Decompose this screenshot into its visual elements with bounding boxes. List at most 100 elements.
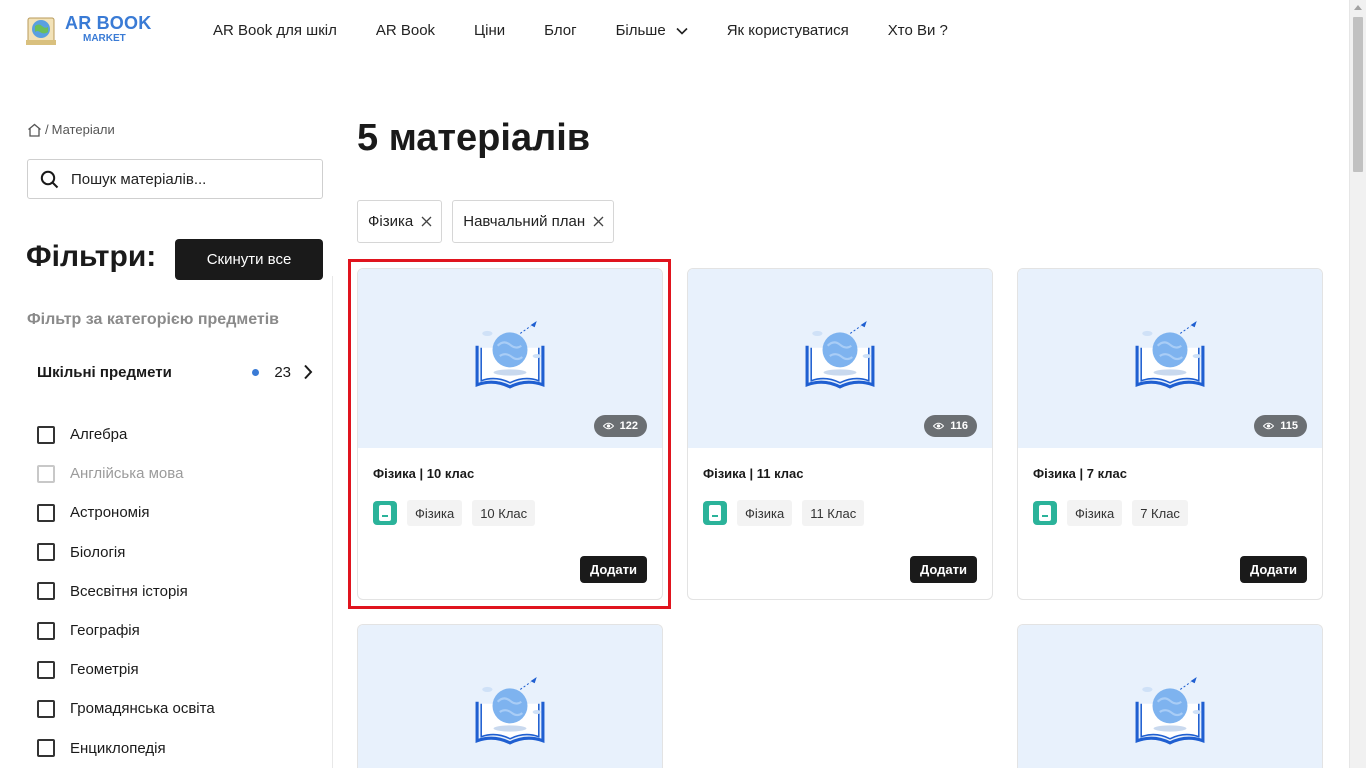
- checkbox[interactable]: [37, 660, 55, 679]
- close-icon[interactable]: [593, 216, 604, 227]
- views-count: 115: [1280, 420, 1298, 432]
- logo-text: AR BOOK MARKET: [65, 14, 151, 44]
- chevron-right-icon[interactable]: [303, 364, 313, 380]
- book-globe-illustration-icon: [805, 319, 875, 389]
- views-badge: 116: [924, 415, 977, 437]
- add-button[interactable]: Додати: [909, 556, 977, 583]
- filter-chip-curriculum[interactable]: Навчальний план: [452, 200, 615, 243]
- grade-tag: 11 Клас: [802, 500, 865, 526]
- checkbox-label: Біологія: [70, 543, 126, 561]
- checkbox[interactable]: [37, 503, 55, 522]
- category-filter-title: Фільтр за категорією предметів: [27, 311, 279, 328]
- checkbox-label: Астрономія: [70, 504, 150, 522]
- subject-checkbox-biology[interactable]: Біологія: [37, 533, 215, 572]
- subject-checkbox-civic-education[interactable]: Громадянська освіта: [37, 689, 215, 728]
- scroll-thumb[interactable]: [1353, 17, 1363, 172]
- nav-how-to-use[interactable]: Як користуватися: [727, 22, 849, 39]
- checkbox-label: Алгебра: [70, 426, 128, 444]
- nav-ar-book[interactable]: AR Book: [376, 22, 435, 39]
- breadcrumb-separator: /: [45, 122, 49, 137]
- card-tags: Фізика 7 Клас: [1033, 500, 1198, 526]
- subject-checkbox-english[interactable]: Англійська мова: [37, 454, 215, 493]
- search-icon: [40, 170, 59, 188]
- card-image[interactable]: [358, 625, 662, 768]
- logo-icon: [26, 12, 58, 46]
- book-globe-illustration-icon: [1135, 675, 1205, 745]
- chip-label: Навчальний план: [463, 213, 586, 230]
- active-filter-chips: Фізика Навчальний план: [357, 200, 624, 243]
- nav-who-are-you[interactable]: Хто Ви ?: [888, 22, 948, 39]
- views-badge: 115: [1254, 415, 1307, 437]
- scroll-up-arrow-icon[interactable]: [1354, 5, 1362, 10]
- eye-icon: [1263, 422, 1275, 430]
- nav-more-dropdown[interactable]: Більше: [616, 22, 688, 39]
- checkbox[interactable]: [37, 699, 55, 718]
- card-image[interactable]: [1018, 625, 1322, 768]
- checkbox[interactable]: [37, 621, 55, 640]
- subject-checklist: Алгебра Англійська мова Астрономія Біоло…: [37, 415, 215, 768]
- subject-tag: Фізика: [737, 500, 793, 526]
- subject-checkbox-world-history[interactable]: Всесвітня історія: [37, 572, 215, 611]
- nav-label: Більше: [615, 22, 666, 39]
- checkbox-label: Громадянська освіта: [70, 700, 215, 718]
- checkbox[interactable]: [37, 543, 55, 562]
- chevron-down-icon: [676, 27, 688, 35]
- site-header: AR BOOK MARKET AR Book для шкіл AR Book …: [0, 0, 1349, 66]
- book-globe-illustration-icon: [1135, 319, 1205, 389]
- page-title: 5 матеріалів: [357, 117, 591, 159]
- filters-title: Фільтри:: [26, 240, 157, 273]
- subject-checkbox-geometry[interactable]: Геометрія: [37, 650, 215, 689]
- nav-blog[interactable]: Блог: [544, 22, 576, 39]
- checkbox-label: Географія: [70, 622, 140, 640]
- filter-chip-physics[interactable]: Фізика: [357, 200, 443, 243]
- checkbox[interactable]: [37, 464, 55, 483]
- nav-label: Як користуватися: [726, 22, 849, 39]
- nav-ar-book-for-schools[interactable]: AR Book для шкіл: [213, 22, 337, 39]
- school-subjects-group[interactable]: Шкільні предмети 23: [37, 361, 313, 383]
- add-button[interactable]: Додати: [1239, 556, 1307, 583]
- sidebar-divider: [332, 276, 333, 768]
- material-card-partial[interactable]: [1017, 624, 1323, 768]
- main-nav: AR Book для шкіл AR Book Ціни Блог Більш…: [213, 22, 987, 39]
- chip-label: Фізика: [368, 213, 414, 230]
- logo-line1: AR BOOK: [65, 13, 152, 33]
- material-card[interactable]: 115 Фізика | 7 клас Фізика 7 Клас Додати: [1017, 268, 1323, 600]
- search-input[interactable]: [71, 170, 301, 188]
- school-subjects-count: 23: [274, 363, 291, 381]
- nav-label: Блог: [544, 22, 577, 39]
- checkbox-label: Всесвітня історія: [70, 582, 188, 600]
- selection-highlight: [348, 259, 671, 609]
- nav-prices[interactable]: Ціни: [474, 22, 505, 39]
- material-card-partial[interactable]: [357, 624, 663, 768]
- page-scrollbar[interactable]: [1349, 0, 1366, 768]
- checkbox[interactable]: [37, 582, 55, 601]
- card-title[interactable]: Фізика | 11 клас: [703, 466, 804, 481]
- checkbox-label: Геометрія: [70, 661, 139, 679]
- nav-label: Ціни: [474, 22, 506, 39]
- school-subjects-label: Шкільні предмети: [37, 363, 172, 381]
- eye-icon: [933, 422, 945, 430]
- checkbox-label: Англійська мова: [70, 465, 184, 483]
- subject-checkbox-geography[interactable]: Географія: [37, 611, 215, 650]
- views-count: 116: [950, 420, 968, 432]
- material-card[interactable]: 116 Фізика | 11 клас Фізика 11 Клас Дода…: [687, 268, 993, 600]
- close-icon[interactable]: [421, 216, 432, 227]
- checkbox[interactable]: [37, 739, 55, 758]
- breadcrumb: / Матеріали: [27, 122, 115, 137]
- card-image[interactable]: 116: [688, 269, 992, 448]
- nav-label: AR Book для шкіл: [213, 22, 337, 39]
- subject-checkbox-astronomy[interactable]: Астрономія: [37, 493, 215, 532]
- subject-checkbox-algebra[interactable]: Алгебра: [37, 415, 215, 454]
- logo[interactable]: AR BOOK MARKET: [26, 12, 151, 46]
- card-title[interactable]: Фізика | 7 клас: [1033, 466, 1127, 481]
- home-icon[interactable]: [27, 123, 42, 137]
- reset-filters-button[interactable]: Скинути все: [175, 239, 323, 280]
- subject-checkbox-encyclopedia[interactable]: Енциклопедія: [37, 729, 215, 768]
- book-globe-illustration-icon: [475, 675, 545, 745]
- book-icon: [703, 501, 727, 525]
- card-image[interactable]: 115: [1018, 269, 1322, 448]
- checkbox[interactable]: [37, 425, 55, 444]
- book-icon: [1033, 501, 1057, 525]
- search-box[interactable]: [27, 159, 323, 199]
- card-tags: Фізика 11 Клас: [703, 500, 874, 526]
